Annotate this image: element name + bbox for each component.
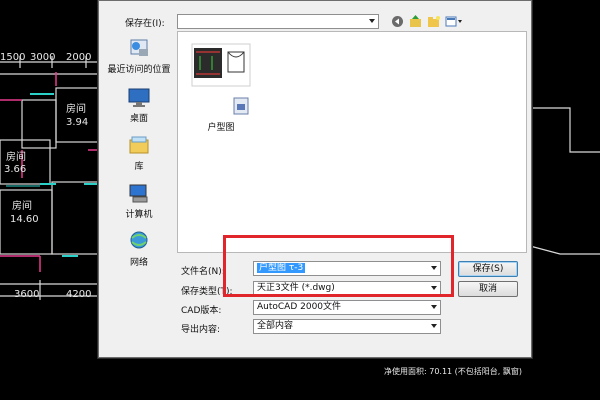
dwg-file-icon xyxy=(191,43,251,115)
place-label: 网络 xyxy=(129,258,148,268)
dimension-label: 4200 xyxy=(66,289,92,300)
room-name: 房间 xyxy=(66,104,86,115)
view-menu-icon[interactable] xyxy=(445,15,463,28)
room-name: 房间 xyxy=(6,152,26,163)
save-in-label: 保存在(I): xyxy=(125,19,165,29)
cad-version-value: AutoCAD 2000文件 xyxy=(257,302,342,312)
place-label: 计算机 xyxy=(125,210,153,220)
export-label: 导出内容: xyxy=(181,325,221,335)
room-area: 3.66 xyxy=(4,164,27,175)
dimension-label: 2000 xyxy=(66,52,92,63)
place-library[interactable]: 库 xyxy=(105,134,173,172)
cad-version-label: CAD版本: xyxy=(181,306,222,316)
place-network[interactable]: 网络 xyxy=(105,230,173,268)
places-bar: 最近访问的位置 桌面 库 计算机 网络 xyxy=(105,31,173,281)
export-value: 全部内容 xyxy=(257,321,294,331)
library-icon xyxy=(129,136,149,154)
place-recent[interactable]: 最近访问的位置 xyxy=(105,37,173,75)
computer-icon xyxy=(129,184,148,203)
cancel-button[interactable]: 取消 xyxy=(458,281,518,297)
dimension-label: 3600 xyxy=(14,289,40,300)
status-text: 净使用面积: 70.11 (不包括阳台, 飘窗) xyxy=(384,367,523,376)
new-folder-icon[interactable] xyxy=(427,15,440,28)
chevron-down-icon[interactable] xyxy=(431,324,437,328)
export-dropdown[interactable]: 全部内容 xyxy=(253,319,441,334)
file-item[interactable]: 户型图 xyxy=(186,40,256,133)
place-label: 桌面 xyxy=(129,114,148,124)
place-label: 库 xyxy=(134,162,144,172)
back-icon[interactable] xyxy=(391,15,404,28)
filename-label: 文件名(N): xyxy=(181,267,225,277)
desktop-icon xyxy=(128,88,150,107)
place-desktop[interactable]: 桌面 xyxy=(105,86,173,124)
file-list[interactable]: 户型图 xyxy=(177,31,527,253)
room-area: 3.94 xyxy=(66,117,89,128)
save-in-dropdown[interactable] xyxy=(177,14,379,29)
chevron-down-icon[interactable] xyxy=(369,19,375,23)
file-name: 户型图 xyxy=(207,123,235,133)
dimension-label: 1500 xyxy=(0,52,26,63)
place-label: 最近访问的位置 xyxy=(107,65,171,75)
annotation-highlight-box xyxy=(223,235,454,297)
save-as-dialog: 保存在(I): 最近访问的位置 桌面 库 计算机 网络 户型图 文件名(N): … xyxy=(98,0,532,358)
cad-version-dropdown[interactable]: AutoCAD 2000文件 xyxy=(253,300,441,315)
up-folder-icon[interactable] xyxy=(409,15,422,28)
network-icon xyxy=(130,231,148,249)
room-name: 房间 xyxy=(12,201,32,212)
chevron-down-icon[interactable] xyxy=(431,305,437,309)
place-computer[interactable]: 计算机 xyxy=(105,182,173,220)
save-button[interactable]: 保存(S) xyxy=(458,261,518,277)
dimension-label: 3000 xyxy=(30,52,56,63)
room-area: 14.60 xyxy=(10,214,39,225)
recent-places-icon xyxy=(130,39,148,56)
